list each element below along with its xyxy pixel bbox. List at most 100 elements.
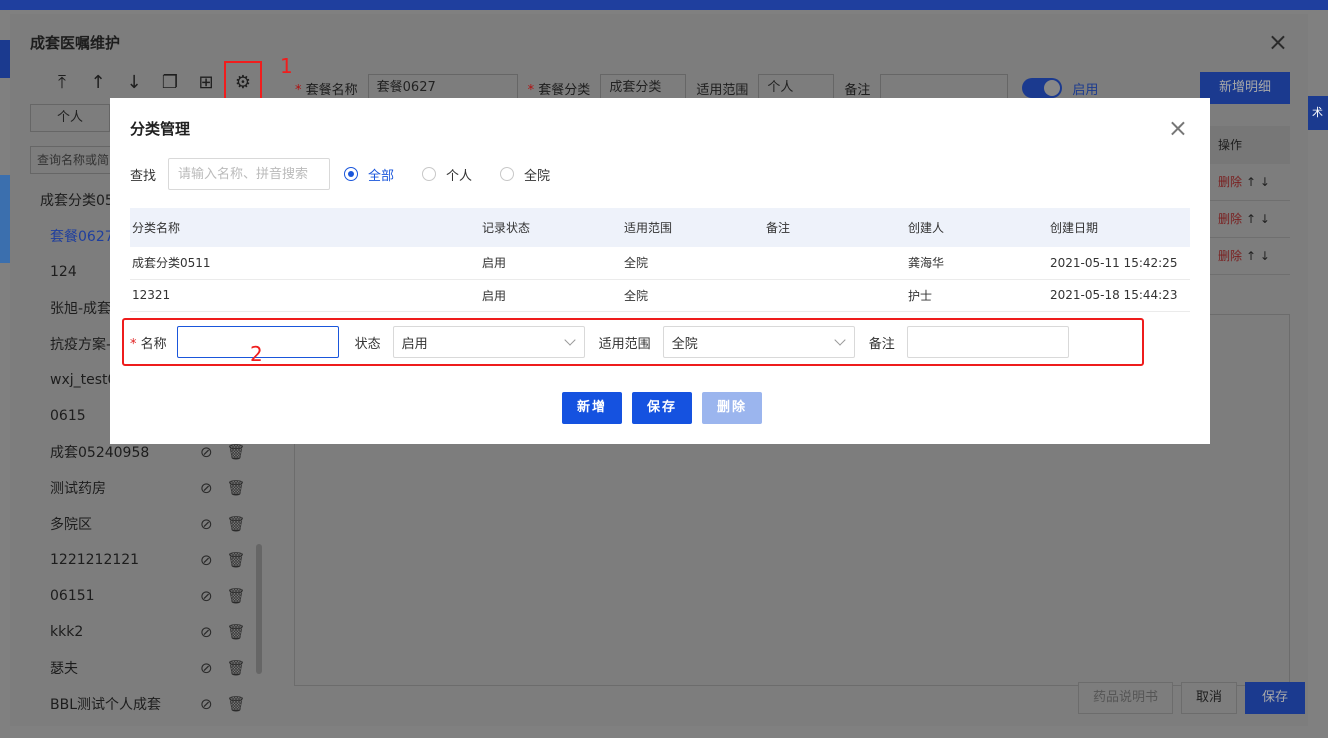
trash-icon[interactable]: 🗑 <box>227 695 246 713</box>
cell-creator: 护士 <box>906 279 1048 312</box>
drug-manual-button[interactable]: 药品说明书 <box>1078 682 1174 714</box>
cell-name: 12321 <box>130 279 480 312</box>
cell-date: 2021-05-11 15:42:25 <box>1048 247 1190 280</box>
check-circle-icon[interactable]: ⊘ <box>200 479 213 497</box>
enabled-toggle[interactable] <box>1022 78 1063 98</box>
list-item-label: 0615 <box>50 408 86 424</box>
outer-save-button[interactable]: 保存 <box>1245 682 1306 714</box>
table-header-row: 分类名称 记录状态 适用范围 备注 创建人 创建日期 <box>130 208 1190 247</box>
copy-icon[interactable]: ❐ <box>152 70 188 94</box>
outer-close-icon[interactable]: × <box>1268 30 1288 54</box>
list-item-actions: ⊘ 🗑 <box>200 551 246 569</box>
close-icon[interactable]: × <box>1168 116 1188 140</box>
ops-row[interactable]: 删除 ↑ ↓ <box>1210 238 1290 275</box>
right-edge-tab: 术 <box>1308 96 1328 130</box>
radio-hospital-label: 全院 <box>524 168 551 184</box>
trash-icon[interactable]: 🗑 <box>227 515 246 533</box>
detail-ops-column: 操作 删除 ↑ ↓ 删除 ↑ ↓ 删除 ↑ ↓ <box>1210 126 1290 275</box>
delete-button[interactable]: 删除 <box>702 392 762 424</box>
modal-title: 分类管理 <box>130 120 191 138</box>
gear-icon[interactable]: ⚙ <box>224 61 262 103</box>
trash-icon[interactable]: 🗑 <box>227 659 246 677</box>
cell-name: 成套分类0511 <box>130 247 480 280</box>
col-record-status: 记录状态 <box>480 208 622 247</box>
radio-hospital-circle[interactable] <box>500 167 515 181</box>
list-item[interactable]: 多院区 ⊘ 🗑 <box>30 506 260 542</box>
radio-personal-label: 个人 <box>446 168 473 184</box>
cell-scope: 全院 <box>622 247 764 280</box>
cell-creator: 龚海华 <box>906 247 1048 280</box>
ops-row[interactable]: 删除 ↑ ↓ <box>1210 164 1290 201</box>
list-item-label: 测试药房 <box>50 481 106 497</box>
radio-all[interactable]: 全部 <box>344 165 394 184</box>
list-item[interactable]: kkk2 ⊘ 🗑 <box>30 614 260 650</box>
list-item[interactable]: 测试药房 ⊘ 🗑 <box>30 470 260 506</box>
list-item-label: 124 <box>50 264 77 280</box>
status-select[interactable]: 启用 <box>392 326 585 358</box>
list-item-actions: ⊘ 🗑 <box>200 659 246 677</box>
radio-personal[interactable]: 个人 <box>422 165 472 184</box>
list-item[interactable]: 06151 ⊘ 🗑 <box>30 578 260 614</box>
list-item-label: 套餐0627 <box>50 229 114 245</box>
radio-all-circle[interactable] <box>344 167 359 181</box>
list-item-actions: ⊘ 🗑 <box>200 623 246 641</box>
move-top-icon[interactable]: ⤒ <box>44 70 80 94</box>
check-circle-icon[interactable]: ⊘ <box>200 623 213 641</box>
trash-icon[interactable]: 🗑 <box>227 443 246 461</box>
check-circle-icon[interactable]: ⊘ <box>200 695 213 713</box>
cancel-button[interactable]: 取消 <box>1181 682 1238 714</box>
remark-input[interactable] <box>906 326 1069 358</box>
add-file-icon[interactable]: ⊞ <box>188 70 224 94</box>
radio-personal-circle[interactable] <box>422 167 437 181</box>
left-edge-button <box>0 40 10 78</box>
search-row: 查找 全部 个人 全院 <box>130 158 578 190</box>
move-down-icon[interactable]: ↓ <box>116 70 152 94</box>
list-item-label: 瑟夫 <box>50 661 78 677</box>
list-item[interactable]: 瑟夫 ⊘ 🗑 <box>30 650 260 686</box>
modal-actions: 新增 保存 删除 <box>562 392 762 424</box>
check-circle-icon[interactable]: ⊘ <box>200 659 213 677</box>
check-circle-icon[interactable]: ⊘ <box>200 443 213 461</box>
package-name-label: * 套餐名称 <box>295 82 358 98</box>
scope-select[interactable]: 全院 <box>662 326 855 358</box>
list-item[interactable]: 1221212121 ⊘ 🗑 <box>30 542 260 578</box>
chevron-down-icon <box>564 334 576 346</box>
ops-row[interactable]: 删除 ↑ ↓ <box>1210 201 1290 238</box>
new-detail-button[interactable]: 新增明细 <box>1200 72 1290 104</box>
check-circle-icon[interactable]: ⊘ <box>200 587 213 605</box>
list-item-label: kkk2 <box>50 624 84 640</box>
trash-icon[interactable]: 🗑 <box>227 587 246 605</box>
trash-icon[interactable]: 🗑 <box>227 479 246 497</box>
check-circle-icon[interactable]: ⊘ <box>200 515 213 533</box>
package-remark-label: 备注 <box>844 82 871 98</box>
search-input[interactable] <box>168 158 331 190</box>
list-item-label: 06151 <box>50 588 95 604</box>
list-item-label: wxj_test0 <box>50 372 117 388</box>
list-item-label: 抗疫方案- <box>50 337 112 353</box>
list-scrollbar[interactable] <box>256 544 262 674</box>
trash-icon[interactable]: 🗑 <box>227 551 246 569</box>
list-item-actions: ⊘ 🗑 <box>200 443 246 461</box>
table-row[interactable]: 12321 启用 全院 护士 2021-05-18 15:44:23 <box>130 279 1190 312</box>
outer-dialog-title: 成套医嘱维护 <box>30 34 121 52</box>
add-button[interactable]: 新增 <box>562 392 622 424</box>
save-button[interactable]: 保存 <box>632 392 692 424</box>
col-scope: 适用范围 <box>622 208 764 247</box>
cell-date: 2021-05-18 15:44:23 <box>1048 279 1190 312</box>
col-creator: 创建人 <box>906 208 1048 247</box>
check-circle-icon[interactable]: ⊘ <box>200 551 213 569</box>
move-up-icon[interactable]: ↑ <box>80 70 116 94</box>
list-item-label: 成套05240958 <box>50 445 150 461</box>
trash-icon[interactable]: 🗑 <box>227 623 246 641</box>
radio-hospital[interactable]: 全院 <box>500 165 550 184</box>
list-item[interactable]: BBL测试个人成套 ⊘ 🗑 <box>30 686 260 722</box>
table-row[interactable]: 成套分类0511 启用 全院 龚海华 2021-05-11 15:42:25 <box>130 247 1190 280</box>
scope-field-label: 适用范围 <box>598 336 651 352</box>
list-item-actions: ⊘ 🗑 <box>200 695 246 713</box>
col-remark: 备注 <box>764 208 906 247</box>
scope-tab-personal[interactable]: 个人 <box>30 104 110 132</box>
scope-filter: 全部 个人 全院 <box>344 165 578 184</box>
package-scope-label: 适用范围 <box>696 82 749 98</box>
name-field-label: * 名称 <box>130 336 167 352</box>
radio-all-label: 全部 <box>368 168 395 184</box>
